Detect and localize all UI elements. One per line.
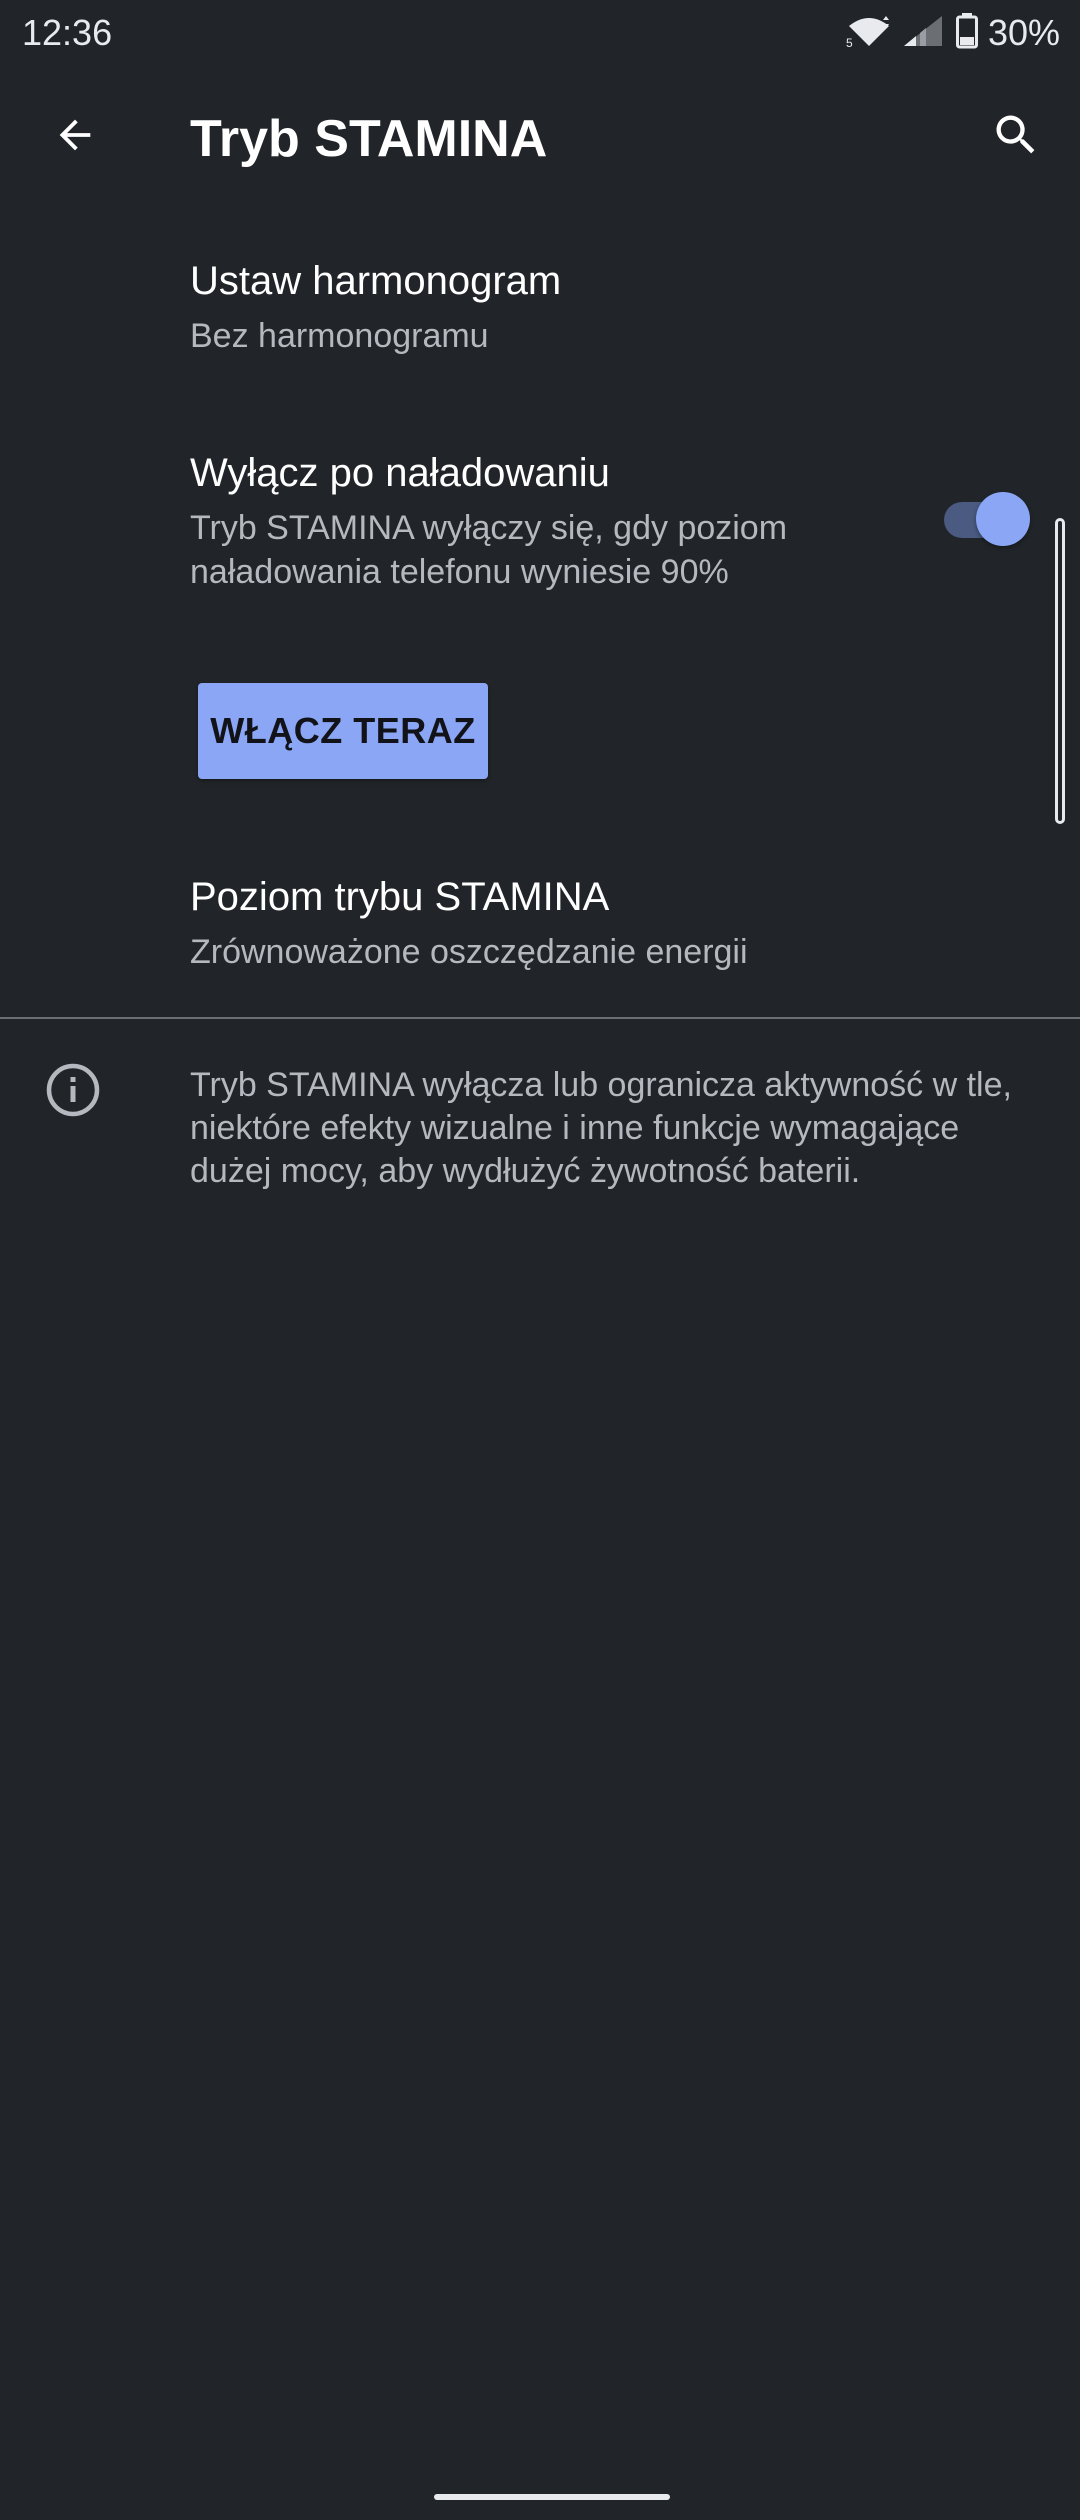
battery-percent: 30% — [987, 12, 1060, 53]
battery-icon — [955, 12, 978, 54]
divider — [0, 1017, 1080, 1019]
gesture-nav-handle[interactable] — [434, 2494, 670, 2500]
turn-off-when-charged-title: Wyłącz po naładowaniu — [190, 451, 610, 495]
info-text: Tryb STAMINA wyłącza lub ogranicza aktyw… — [190, 1066, 1012, 1190]
svg-text:5: 5 — [846, 36, 853, 48]
schedule-subtitle: Bez harmonogramu — [190, 317, 489, 355]
arrow-back-icon — [59, 119, 91, 151]
signal-icon — [902, 14, 946, 53]
back-button[interactable] — [40, 100, 110, 170]
search-icon — [996, 115, 1035, 154]
info-icon — [45, 1062, 101, 1118]
wifi-icon: 5 — [846, 14, 892, 53]
status-icons: 5 30% — [846, 8, 1060, 58]
turn-off-when-charged-subtitle-line2: naładowania telefonu wyniesie 90% — [190, 553, 729, 591]
stamina-level-title: Poziom trybu STAMINA — [190, 875, 610, 919]
status-time: 12:36 — [22, 12, 113, 53]
turn-off-when-charged-toggle[interactable] — [944, 492, 1030, 548]
schedule-title: Ustaw harmonogram — [190, 259, 562, 303]
page-title: Tryb STAMINA — [190, 110, 548, 168]
enable-now-button[interactable]: WŁĄCZ TERAZ — [198, 683, 488, 779]
stamina-level-subtitle: Zrównoważone oszczędzanie energii — [190, 933, 748, 971]
search-button[interactable] — [976, 100, 1056, 170]
toggle-thumb — [976, 492, 1030, 546]
scrollbar[interactable] — [1055, 518, 1065, 824]
turn-off-when-charged-subtitle-line1: Tryb STAMINA wyłączy się, gdy poziom — [190, 509, 788, 547]
